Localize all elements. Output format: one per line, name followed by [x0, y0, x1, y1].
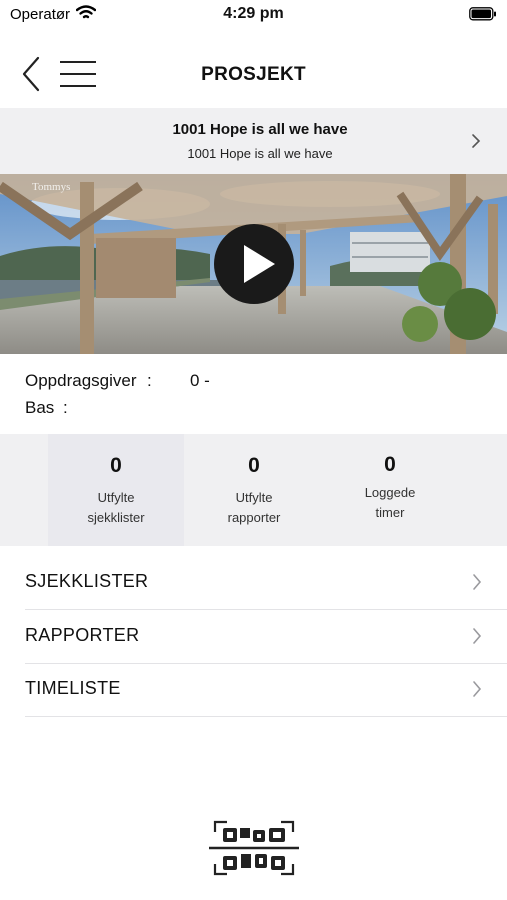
chevron-right-icon: [473, 681, 482, 697]
project-title: 1001 Hope is all we have: [172, 121, 348, 138]
boss-info: Bas :: [25, 398, 68, 418]
stat-reports: 0 Utfylte rapporter: [186, 434, 322, 546]
chevron-right-icon: [473, 628, 482, 644]
project-header[interactable]: 1001 Hope is all we have 1001 Hope is al…: [0, 108, 507, 174]
client-value: 0 -: [190, 371, 210, 390]
status-bar: Operatør 4:29 pm: [0, 0, 507, 30]
stat-label: Utfylte rapporter: [227, 490, 281, 525]
menu-item-sjekklister[interactable]: SJEKKLISTER: [25, 556, 507, 610]
client-label: Oppdragsgiver: [25, 371, 137, 390]
chevron-right-icon: [473, 574, 482, 590]
menu-item-label: RAPPORTER: [25, 625, 140, 645]
qr-code-icon[interactable]: [207, 818, 301, 878]
menu-item-timeliste[interactable]: TIMELISTE: [25, 663, 507, 717]
battery-icon: [469, 7, 496, 21]
chevron-right-icon: [472, 134, 481, 148]
client-separator: :: [147, 371, 152, 390]
project-subtitle: 1001 Hope is all we have: [187, 146, 333, 161]
stat-label: Loggede timer: [364, 485, 416, 520]
stat-hours: 0 Loggede timer: [322, 434, 458, 546]
menu-item-label: TIMELISTE: [25, 678, 121, 698]
client-info: Oppdragsgiver : 0 -: [25, 371, 210, 391]
menu-item-label: SJEKKLISTER: [25, 571, 149, 591]
video-watermark: Tommys: [32, 181, 70, 193]
boss-label: Bas: [25, 398, 55, 417]
stat-value: 0: [384, 453, 396, 476]
project-video[interactable]: Tommys: [0, 174, 507, 354]
menu-item-rapporter[interactable]: RAPPORTER: [25, 610, 507, 664]
stat-value: 0: [248, 454, 260, 477]
stat-checklists: 0 Utfylte sjekklister: [48, 434, 184, 546]
boss-separator: :: [63, 398, 68, 417]
play-icon[interactable]: [213, 223, 295, 305]
page-title: PROSJEKT: [201, 64, 306, 85]
stats-panel: 0 Utfylte sjekklister 0 Utfylte rapporter …: [0, 434, 507, 546]
status-time: 4:29 pm: [223, 5, 284, 22]
stat-label: Utfylte sjekklister: [87, 490, 145, 525]
stat-value: 0: [110, 454, 122, 477]
navigation-bar: PROSJEKT: [0, 44, 507, 106]
